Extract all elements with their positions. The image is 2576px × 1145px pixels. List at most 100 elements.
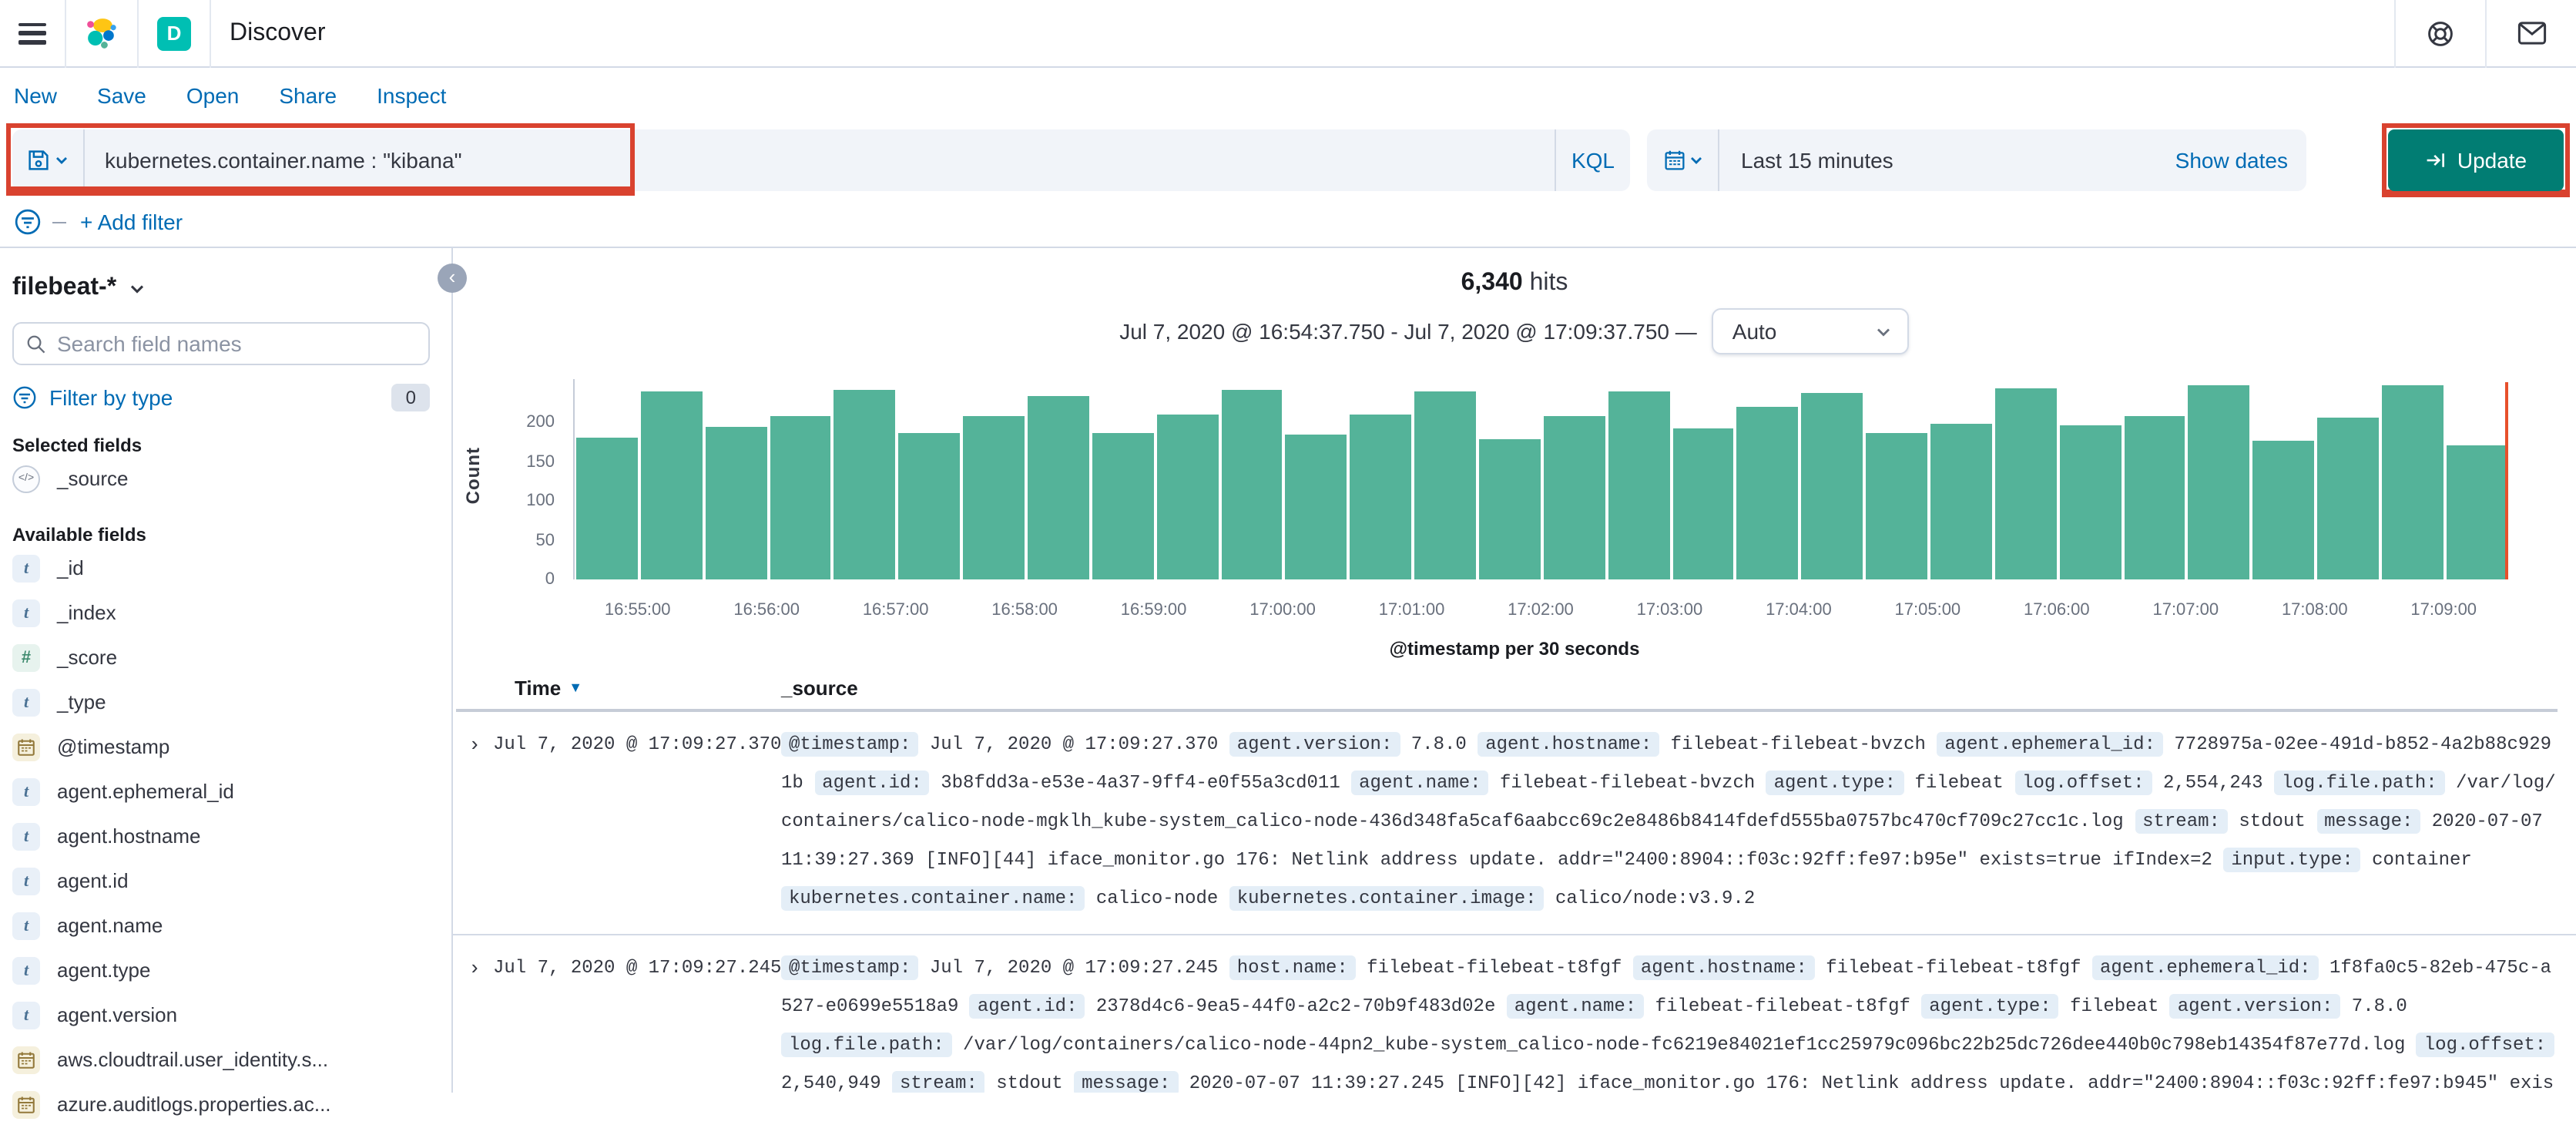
field-name-pill: agent.type: (1766, 771, 1904, 795)
histogram-bar (1221, 389, 1283, 579)
field-name-pill: agent.ephemeral_id: (1937, 732, 2163, 757)
update-button[interactable]: Update (2388, 129, 2564, 191)
field-search-input[interactable] (57, 331, 416, 356)
top-header-bar: D Discover (0, 0, 2576, 68)
divider (2485, 0, 2487, 67)
field-name-pill: agent.ephemeral_id: (2091, 955, 2319, 980)
filter-by-type-link[interactable]: Filter by type (49, 385, 173, 410)
x-axis-tick: 16:58:00 (991, 601, 1058, 620)
field-item-azure.auditlogs.properties.ac...[interactable]: azure.auditlogs.properties.ac... (12, 1082, 430, 1127)
date-picker: Last 15 minutes Show dates (1647, 129, 2306, 191)
current-time-marker (2505, 382, 2508, 579)
nav-link-inspect[interactable]: Inspect (377, 83, 446, 108)
doc-time-cell: Jul 7, 2020 @ 17:09:27.370 (493, 734, 782, 755)
string-field-icon: t (12, 554, 40, 582)
interval-select[interactable]: Auto (1712, 308, 1910, 354)
string-field-icon: t (12, 688, 40, 716)
field-name-pill: agent.type: (1921, 994, 2059, 1019)
field-item-agent.hostname[interactable]: t agent.hostname (12, 814, 430, 858)
nav-link-share[interactable]: Share (279, 83, 337, 108)
date-quick-menu-button[interactable] (1647, 129, 1719, 191)
query-input[interactable] (85, 148, 1555, 173)
histogram-bar (576, 438, 638, 579)
field-item-_index[interactable]: t _index (12, 590, 430, 635)
field-name-pill: host.name: (1229, 955, 1356, 980)
field-name-pill: message: (2316, 809, 2421, 834)
histogram-plot-area[interactable] (573, 379, 2508, 579)
refresh-icon (2427, 153, 2444, 167)
discover-main-panel: 6,340 hits Jul 7, 2020 @ 16:54:37.750 - … (453, 248, 2576, 1093)
y-axis-title: Count (462, 447, 484, 505)
index-pattern-selector[interactable]: filebeat-* (12, 274, 430, 302)
time-column-header[interactable]: Time ▼ (456, 676, 781, 699)
time-range-label[interactable]: Last 15 minutes (1719, 148, 2175, 173)
divider (137, 0, 139, 67)
y-axis-tick: 100 (526, 492, 555, 510)
string-field-icon: t (12, 599, 40, 626)
field-name-pill: @timestamp: (781, 955, 919, 980)
filter-by-type-icon (13, 386, 36, 409)
field-item-_type[interactable]: t _type (12, 680, 430, 724)
field-name-pill: agent.hostname: (1478, 732, 1660, 757)
doc-source-cell: @timestamp: Jul 7, 2020 @ 17:09:27.245 h… (781, 949, 2558, 1093)
add-filter-link[interactable]: + Add filter (80, 210, 183, 234)
field-item-agent.name[interactable]: t agent.name (12, 903, 430, 948)
field-item-_score[interactable]: # _score (12, 635, 430, 680)
search-icon (27, 334, 45, 353)
histogram-bar (963, 416, 1025, 579)
histogram-bar (1285, 434, 1347, 579)
field-name-pill: agent.name: (1506, 994, 1645, 1019)
histogram-bar (2446, 445, 2508, 579)
help-icon[interactable] (2414, 19, 2467, 47)
y-axis-tick: 0 (545, 570, 555, 589)
field-item-_source[interactable]: </> _source (12, 456, 430, 501)
field-item-@timestamp[interactable]: @timestamp (12, 724, 430, 769)
field-name-pill: kubernetes.container.name: (781, 886, 1085, 911)
page-title: Discover (230, 19, 326, 45)
nav-link-save[interactable]: Save (97, 83, 146, 108)
divider (65, 0, 66, 67)
chevron-down-icon (1877, 327, 1890, 336)
doc-table-row[interactable]: › Jul 7, 2020 @ 17:09:27.245 @timestamp: J… (453, 935, 2576, 1093)
field-item-_id[interactable]: t _id (12, 546, 430, 590)
doc-table-row[interactable]: › Jul 7, 2020 @ 17:09:27.370 @timestamp: J… (453, 712, 2576, 935)
histogram-bar (2188, 384, 2250, 579)
show-dates-link[interactable]: Show dates (2175, 148, 2306, 173)
histogram-bar (1479, 439, 1541, 579)
query-bar: KQL (6, 123, 1630, 196)
menu-icon[interactable] (18, 22, 46, 44)
histogram-bar (1608, 391, 1670, 579)
collapse-sidebar-icon[interactable]: ‹ (438, 264, 467, 293)
chevron-down-icon (130, 284, 143, 293)
histogram-bar (1028, 395, 1089, 579)
elastic-logo[interactable] (85, 16, 119, 50)
field-name-pill: agent.name: (1351, 771, 1489, 795)
discover-app-badge[interactable]: D (157, 16, 191, 50)
field-name-pill: agent.id: (969, 994, 1085, 1019)
histogram-bar (1801, 393, 1863, 579)
field-item-agent.type[interactable]: t agent.type (12, 948, 430, 992)
calendar-icon (1664, 150, 1684, 170)
expand-row-icon[interactable]: › (456, 726, 493, 918)
available-fields-header: Available fields (12, 524, 146, 546)
field-name-pill: log.offset: (2014, 771, 2152, 795)
saved-query-menu-button[interactable] (12, 129, 85, 191)
histogram-bar (2124, 415, 2185, 579)
x-axis-title: @timestamp per 30 seconds (1389, 638, 1640, 660)
mail-icon[interactable] (2505, 22, 2558, 45)
expand-row-icon[interactable]: › (456, 949, 493, 1093)
field-item-agent.ephemeral_id[interactable]: t agent.ephemeral_id (12, 769, 430, 814)
histogram-bar (1672, 428, 1734, 579)
field-item-aws.cloudtrail.user_identity.s...[interactable]: aws.cloudtrail.user_identity.s... (12, 1037, 430, 1082)
selected-fields-header: Selected fields (12, 435, 143, 456)
x-axis-tick: 17:00:00 (1249, 601, 1316, 620)
query-language-button[interactable]: KQL (1555, 129, 1630, 191)
field-item-agent.version[interactable]: t agent.version (12, 992, 430, 1037)
nav-link-new[interactable]: New (14, 83, 57, 108)
field-name-pill: stream: (892, 1071, 985, 1093)
field-item-agent.id[interactable]: t agent.id (12, 858, 430, 903)
histogram-bar (1930, 423, 1992, 579)
nav-link-open[interactable]: Open (186, 83, 240, 108)
histogram-bar (2382, 385, 2444, 579)
histogram-bar (705, 427, 767, 579)
